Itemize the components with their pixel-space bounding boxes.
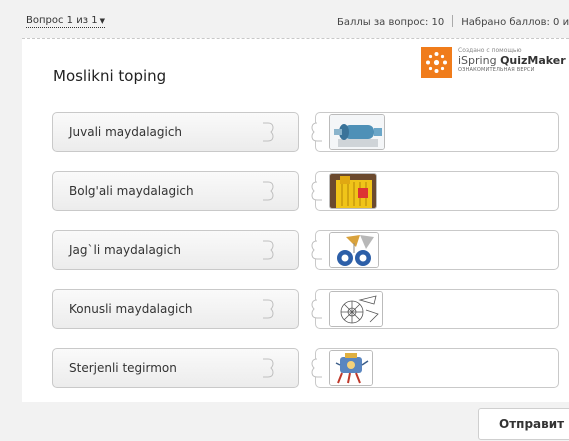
top-bar: Вопрос 1 из 1 ▼ Баллы за вопрос: 10 Набран…	[0, 0, 569, 40]
match-left-label: Juvali maydalagich	[69, 125, 183, 139]
match-left-label: Konusli maydalagich	[69, 302, 193, 316]
match-left-label: Sterjenli tegirmon	[69, 361, 177, 375]
product-name-bold: QuizMaker	[500, 54, 566, 67]
puzzle-socket-icon	[311, 358, 322, 378]
puzzle-socket-icon	[311, 299, 322, 319]
jaw-crusher-image[interactable]	[329, 232, 379, 268]
caret-down-icon[interactable]: ▼	[100, 17, 105, 25]
puzzle-socket-icon	[311, 240, 322, 260]
rod-mill-image[interactable]	[329, 350, 373, 386]
score-divider	[452, 15, 454, 27]
puzzle-socket-icon	[311, 181, 322, 201]
cone-crusher-image[interactable]	[329, 291, 383, 327]
match-row: Jag`li maydalagich	[22, 230, 569, 270]
match-left-label: Jag`li maydalagich	[69, 243, 181, 257]
points-total: Набрано баллов: 0 и	[461, 17, 569, 28]
score-info: Баллы за вопрос: 10 Набрано баллов: 0 и	[337, 15, 569, 29]
question-counter-label[interactable]: Вопрос 1 из 1	[26, 15, 98, 26]
puzzle-connector-icon	[263, 358, 274, 378]
hammer-crusher-image[interactable]	[329, 173, 377, 209]
question-card: Moslikni toping Создано с помощью iSprin…	[22, 38, 569, 402]
submit-button[interactable]: Отправит	[478, 408, 569, 440]
trial-note: ОЗНАКОМИТЕЛЬНАЯ ВЕРСИ	[458, 67, 535, 73]
logo-text: Создано с помощью iSpring QuizMaker ОЗНА…	[458, 47, 566, 74]
ispring-logo-icon	[421, 47, 452, 78]
match-left-label: Bolg'ali maydalagich	[69, 184, 194, 198]
match-row: Konusli maydalagich	[22, 289, 569, 329]
ball-mill-image[interactable]	[329, 114, 385, 150]
ispring-logo: Создано с помощью iSpring QuizMaker ОЗНА…	[421, 47, 569, 89]
puzzle-connector-icon	[263, 240, 274, 260]
puzzle-connector-icon	[263, 181, 274, 201]
question-counter-dropdown[interactable]: Вопрос 1 из 1 ▼	[26, 15, 105, 28]
product-name: iSpring QuizMaker	[458, 55, 566, 67]
puzzle-socket-icon	[311, 122, 322, 142]
match-row: Juvali maydalagich	[22, 112, 569, 152]
match-row: Sterjenli tegirmon	[22, 348, 569, 388]
puzzle-connector-icon	[263, 299, 274, 319]
points-per-question: Баллы за вопрос: 10	[337, 17, 445, 28]
question-title: Moslikni toping	[53, 67, 167, 85]
puzzle-connector-icon	[263, 122, 274, 142]
match-row: Bolg'ali maydalagich	[22, 171, 569, 211]
product-prefix: iSpring	[458, 54, 501, 67]
